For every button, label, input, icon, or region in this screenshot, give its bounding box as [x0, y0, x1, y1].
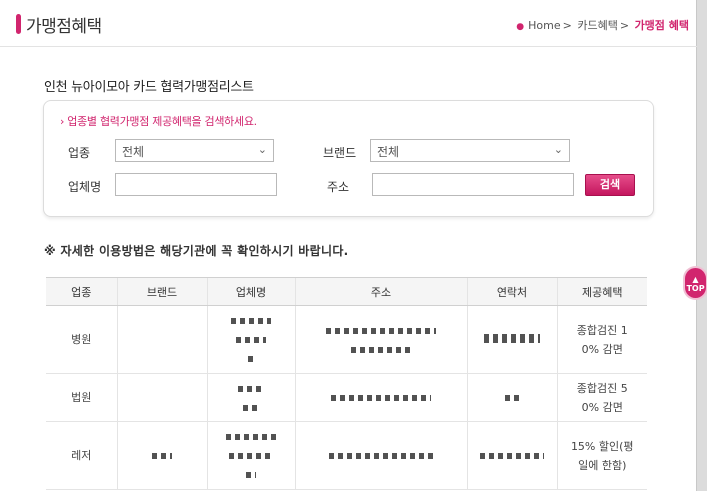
breadcrumb-card-benefits[interactable]: 카드혜택: [577, 19, 617, 32]
row-brand-redacted: [116, 421, 207, 490]
row-phone-redacted: [466, 373, 557, 422]
col-header-benefit: 제공혜택: [556, 277, 647, 306]
row-name-redacted: [206, 421, 295, 490]
row-address-redacted: [294, 373, 467, 422]
table-header-row: 업종 브랜드 업체명 주소 연락처 제공혜택: [46, 277, 647, 306]
col-header-category: 업종: [46, 277, 117, 306]
row-phone-redacted: [466, 305, 557, 374]
section-title: 인천 뉴아이모아 카드 협력가맹점리스트: [44, 80, 254, 95]
usage-note: ※ 자세한 이용방법은 해당기관에 꼭 확인하시기 바랍니다.: [44, 244, 349, 258]
merchant-table: 업종 브랜드 업체명 주소 연락처 제공혜택 병원 종합검진 1 0% 감면 법원: [46, 277, 647, 490]
address-label: 주소: [327, 180, 350, 194]
row-category: 법원: [46, 373, 117, 422]
breadcrumb-current: 가맹점 혜택: [634, 19, 689, 32]
col-header-phone: 연락처: [466, 277, 557, 306]
col-header-name: 업체명: [206, 277, 295, 306]
page-header: 가맹점혜택 ● Home > 카드혜택 > 가맹점 혜택: [0, 0, 697, 47]
table-row: 병원 종합검진 1 0% 감면: [46, 305, 647, 374]
scroll-top-button[interactable]: ▲ TOP: [685, 268, 706, 298]
row-benefit: 종합검진 5 0% 감면: [556, 373, 647, 422]
category-select[interactable]: 전체 ⌄: [115, 139, 274, 162]
row-benefit: 종합검진 1 0% 감면: [556, 305, 647, 374]
row-category: 병원: [46, 305, 117, 374]
row-name-redacted: [206, 305, 295, 374]
col-header-address: 주소: [294, 277, 467, 306]
name-label: 업체명: [68, 180, 102, 194]
table-row: 법원 종합검진 5 0% 감면: [46, 373, 647, 422]
chevron-down-icon: ⌄: [553, 143, 563, 156]
search-notice: › 업종별 협력가맹점 제공혜택을 검색하세요.: [60, 115, 257, 128]
col-header-brand: 브랜드: [116, 277, 207, 306]
address-input[interactable]: [372, 173, 574, 196]
row-category: 레저: [46, 421, 117, 490]
category-label: 업종: [68, 146, 91, 160]
breadcrumb-home[interactable]: Home: [528, 19, 560, 32]
search-panel: › 업종별 협력가맹점 제공혜택을 검색하세요. 업종 전체 ⌄ 브랜드 전체 …: [43, 100, 654, 217]
brand-select[interactable]: 전체 ⌄: [370, 139, 570, 162]
row-address-redacted: [294, 305, 467, 374]
title-accent-bar: [16, 14, 21, 34]
row-name-redacted: [206, 373, 295, 422]
brand-label: 브랜드: [323, 146, 357, 160]
row-address-redacted: [294, 421, 467, 490]
name-input[interactable]: [115, 173, 277, 196]
row-brand: [116, 373, 207, 422]
table-row: 레저 15% 할인(평 일에 한함): [46, 421, 647, 490]
row-brand: [116, 305, 207, 374]
chevron-down-icon: ⌄: [257, 143, 267, 156]
search-button[interactable]: 검색: [585, 174, 635, 196]
page-container: 가맹점혜택 ● Home > 카드혜택 > 가맹점 혜택 인천 뉴아이모아 카드 협력…: [0, 0, 697, 491]
row-phone-redacted: [466, 421, 557, 490]
bullet-icon: ●: [516, 22, 525, 32]
arrow-up-icon: ▲: [692, 275, 699, 284]
breadcrumb: ● Home > 카드혜택 > 가맹점 혜택: [516, 19, 689, 32]
row-benefit: 15% 할인(평 일에 한함): [556, 421, 647, 490]
page-title: 가맹점혜택: [26, 17, 102, 37]
